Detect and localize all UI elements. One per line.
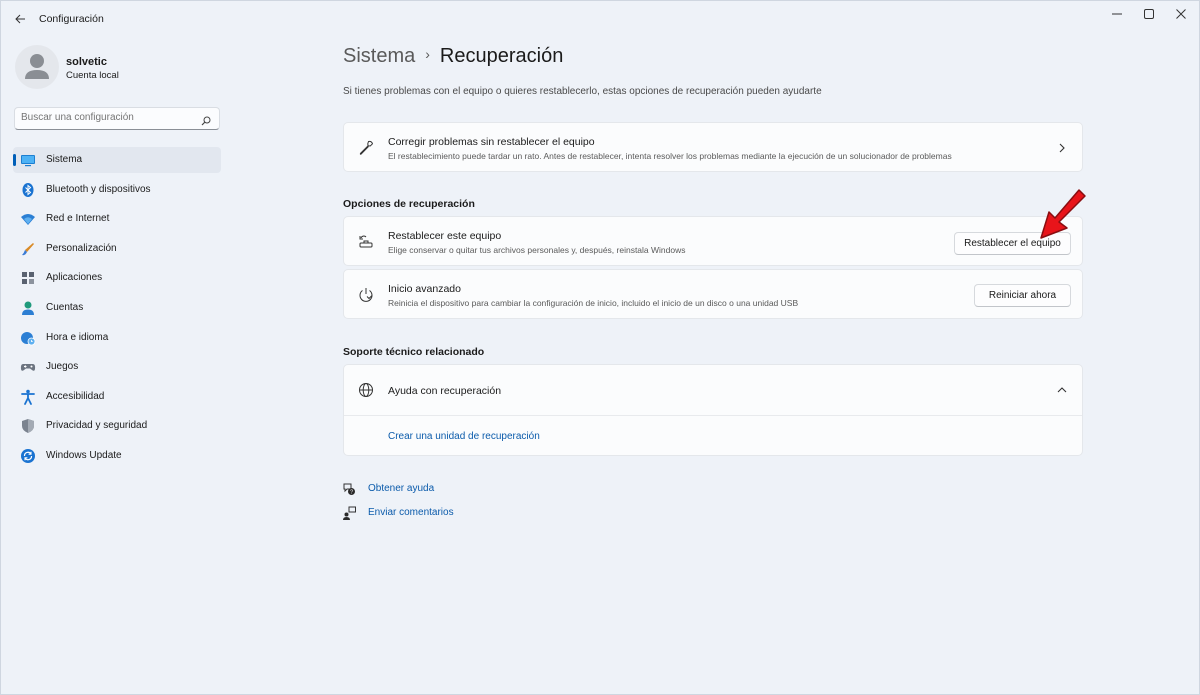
shield-icon <box>20 418 36 434</box>
sidebar-item-privacidad[interactable]: Privacidad y seguridad <box>13 413 221 439</box>
advanced-startup-row: Inicio avanzado Reinicia el dispositivo … <box>343 269 1083 319</box>
minimize-icon <box>1112 13 1122 15</box>
accessibility-icon <box>20 389 36 405</box>
advanced-startup-icon <box>357 286 375 304</box>
breadcrumb: Sistema › Recuperación <box>343 45 563 68</box>
sidebar-item-personalizacion[interactable]: Personalización <box>13 236 221 262</box>
annotation-arrow-icon <box>1040 189 1086 239</box>
gamepad-icon <box>20 359 36 375</box>
account-type: Cuenta local <box>66 70 119 81</box>
system-icon <box>20 152 36 168</box>
sidebar-item-accesibilidad[interactable]: Accesibilidad <box>13 384 221 410</box>
apps-icon <box>20 270 36 286</box>
recovery-options-heading: Opciones de recuperación <box>343 198 475 210</box>
get-help-label[interactable]: Obtener ayuda <box>368 483 434 494</box>
search-icon[interactable] <box>201 113 211 131</box>
close-icon <box>1176 9 1186 19</box>
account-icon <box>20 300 36 316</box>
help-chat-icon: ? <box>341 481 357 497</box>
send-feedback-label[interactable]: Enviar comentarios <box>368 507 454 518</box>
globe-clock-icon <box>20 330 36 346</box>
sidebar-item-label: Personalización <box>46 242 117 254</box>
reset-pc-description: Elige conservar o quitar tus archivos pe… <box>388 245 686 255</box>
wrench-icon <box>357 139 375 157</box>
app-title: Configuración <box>39 13 104 25</box>
recovery-help-title: Ayuda con recuperación <box>388 385 502 397</box>
breadcrumb-parent[interactable]: Sistema <box>343 45 415 67</box>
breadcrumb-separator: › <box>425 46 430 62</box>
create-recovery-drive-link[interactable]: Crear una unidad de recuperación <box>388 431 540 442</box>
recovery-help-card: Ayuda con recuperación Crear una unidad … <box>343 364 1083 456</box>
title-bar: Configuración <box>1 1 1200 37</box>
sidebar-item-label: Juegos <box>46 361 79 373</box>
settings-window: Configuración solvetic Cuenta local Busc… <box>0 0 1200 695</box>
page-title: Recuperación <box>439 45 564 67</box>
sidebar-item-cuentas[interactable]: Cuentas <box>13 295 221 321</box>
feedback-icon <box>341 505 357 521</box>
sidebar-item-hora[interactable]: Hora e idioma <box>13 325 221 351</box>
related-support-heading: Soporte técnico relacionado <box>343 346 485 358</box>
user-avatar-icon <box>25 54 49 79</box>
recovery-help-header[interactable]: Ayuda con recuperación <box>344 365 1082 415</box>
user-name: solvetic <box>66 56 107 68</box>
sidebar-item-juegos[interactable]: Juegos <box>13 354 221 380</box>
update-icon <box>20 448 36 464</box>
reset-pc-row: Restablecer este equipo Elige conservar … <box>343 216 1083 266</box>
sidebar-item-red[interactable]: Red e Internet <box>13 206 221 232</box>
search-box[interactable] <box>14 107 220 130</box>
sidebar-item-label: Aplicaciones <box>46 272 103 284</box>
fix-problems-description: El restablecimiento puede tardar un rato… <box>388 151 952 161</box>
wifi-icon <box>20 211 36 227</box>
search-input[interactable] <box>21 112 191 123</box>
sidebar-item-label: Windows Update <box>46 449 122 461</box>
fix-problems-card[interactable]: Corregir problemas sin restablecer el eq… <box>343 122 1083 172</box>
close-button[interactable] <box>1161 1 1200 27</box>
sidebar-item-label: Privacidad y seguridad <box>46 420 148 432</box>
chevron-right-icon <box>1056 142 1068 154</box>
avatar <box>15 45 59 89</box>
sidebar-item-bluetooth[interactable]: Bluetooth y dispositivos <box>13 177 221 203</box>
back-button[interactable] <box>9 8 31 30</box>
advanced-startup-description: Reinicia el dispositivo para cambiar la … <box>388 298 799 308</box>
advanced-startup-title: Inicio avanzado <box>388 283 461 295</box>
sidebar-item-label: Bluetooth y dispositivos <box>46 183 151 195</box>
svg-text:?: ? <box>350 490 353 496</box>
chevron-up-icon[interactable] <box>1056 384 1068 396</box>
sidebar-nav: Sistema Bluetooth y dispositivos Red e I… <box>13 147 221 473</box>
maximize-icon <box>1144 9 1154 19</box>
sidebar-item-label: Red e Internet <box>46 213 110 225</box>
reset-pc-icon <box>357 233 375 251</box>
globe-icon <box>357 381 375 399</box>
restart-now-button[interactable]: Reiniciar ahora <box>974 284 1071 307</box>
back-arrow-icon <box>15 14 25 24</box>
sidebar-item-label: Cuentas <box>46 301 84 313</box>
page-subtitle: Si tienes problemas con el equipo o quie… <box>343 86 822 97</box>
bluetooth-icon <box>20 182 36 198</box>
card-divider <box>344 415 1082 416</box>
sidebar-item-label: Sistema <box>46 154 83 165</box>
sidebar-item-label: Accesibilidad <box>46 390 105 402</box>
sidebar-item-windows-update[interactable]: Windows Update <box>13 443 221 469</box>
reset-pc-title: Restablecer este equipo <box>388 230 502 242</box>
fix-problems-title: Corregir problemas sin restablecer el eq… <box>388 136 595 148</box>
sidebar-item-aplicaciones[interactable]: Aplicaciones <box>13 265 221 291</box>
sidebar-item-sistema[interactable]: Sistema <box>13 147 221 173</box>
sidebar-item-label: Hora e idioma <box>46 331 109 343</box>
brush-icon <box>20 241 36 257</box>
